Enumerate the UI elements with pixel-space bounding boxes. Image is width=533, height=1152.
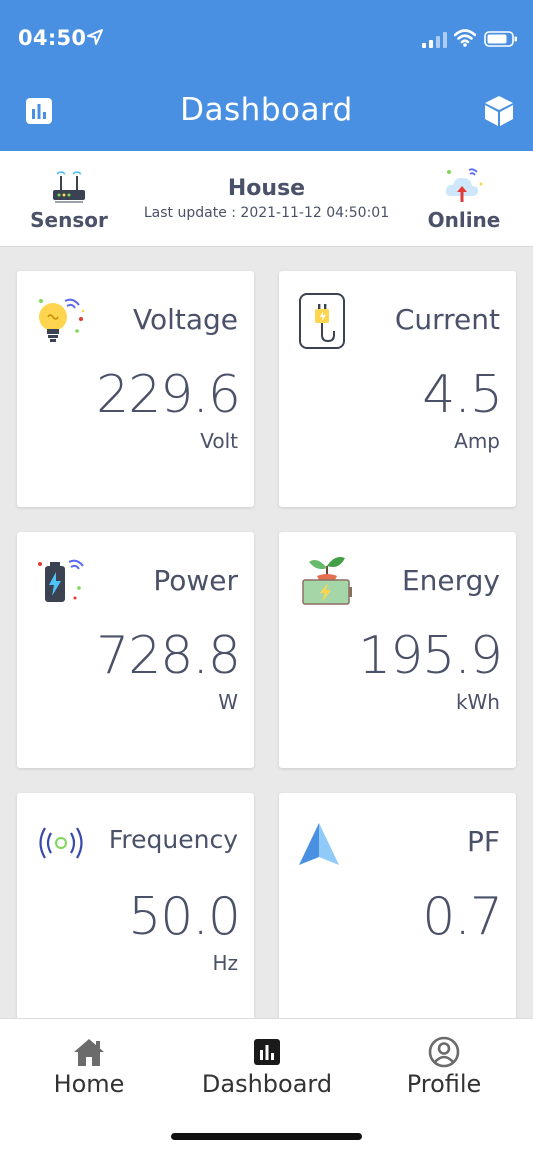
card-unit: Volt: [200, 429, 238, 453]
lightbulb-icon: [39, 298, 85, 342]
tab-label: Home: [53, 1070, 125, 1098]
card-label: Frequency: [108, 825, 238, 854]
navigation-arrow-icon: [299, 823, 339, 865]
card-label: Voltage: [132, 303, 238, 336]
tab-label: Profile: [406, 1070, 482, 1098]
card-value: 4.5: [422, 365, 503, 425]
cloud-upload-icon: [445, 168, 483, 202]
user-circle-icon: [428, 1036, 460, 1068]
card-label: Current: [394, 303, 500, 336]
card-value: 728.8: [96, 626, 241, 686]
voltage-card[interactable]: Voltage 229.6 Volt: [17, 271, 254, 507]
card-value: 50.0: [128, 887, 241, 947]
cellular-signal-icon: [422, 32, 447, 48]
tab-profile[interactable]: Profile: [355, 1018, 533, 1118]
home-indicator[interactable]: [171, 1133, 362, 1140]
energy-card[interactable]: Energy 195.9 kWh: [279, 532, 516, 768]
card-label: PF: [467, 825, 500, 858]
pf-card[interactable]: PF 0.7: [279, 793, 516, 1033]
tab-label: Dashboard: [201, 1070, 333, 1098]
tab-dashboard[interactable]: Dashboard: [178, 1018, 356, 1118]
location-arrow-icon: [87, 29, 103, 45]
card-label: Power: [153, 564, 238, 597]
online-status: Online: [427, 208, 501, 232]
card-unit: kWh: [455, 690, 500, 714]
page-title: Dashboard: [180, 92, 353, 128]
battery-icon: [38, 559, 84, 602]
card-value: 195.9: [358, 626, 503, 686]
card-unit: Hz: [212, 951, 238, 975]
card-label: Energy: [401, 564, 500, 597]
cube-icon[interactable]: [482, 94, 516, 128]
card-unit: W: [218, 690, 238, 714]
card-value: 229.6: [96, 365, 241, 425]
tab-home[interactable]: Home: [0, 1018, 178, 1118]
chart-icon: [254, 1039, 280, 1065]
current-card[interactable]: Current 4.5 Amp: [279, 271, 516, 507]
app-header: 04:50 Dashboard: [0, 0, 533, 151]
home-icon: [74, 1039, 104, 1066]
power-card[interactable]: Power 728.8 W: [17, 532, 254, 768]
plug-icon: [299, 293, 345, 349]
wifi-icon: [454, 29, 476, 47]
card-unit: Amp: [454, 429, 500, 453]
eco-battery-icon: [302, 557, 352, 605]
status-time: 04:50: [18, 26, 87, 50]
signal-waves-icon: [39, 827, 83, 859]
card-value: 0.7: [422, 887, 503, 947]
battery-status-icon: [484, 31, 517, 47]
frequency-card[interactable]: Frequency 50.0 Hz: [17, 793, 254, 1033]
